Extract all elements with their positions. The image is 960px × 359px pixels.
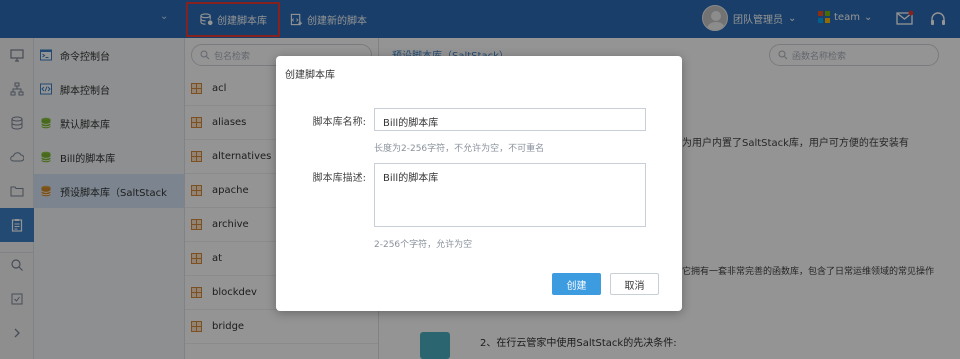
create-button[interactable]: 创建: [552, 273, 601, 295]
cancel-button[interactable]: 取消: [610, 273, 659, 295]
name-hint: 长度为2-256字符，不允许为空，不可重名: [374, 144, 545, 154]
create-library-dialog: 创建脚本库 脚本库名称: Bill的脚本库 长度为2-256字符，不允许为空，不…: [276, 56, 682, 311]
description-label: 脚本库描述:: [312, 173, 366, 184]
library-name-field[interactable]: Bill的脚本库: [374, 108, 646, 131]
library-description-field[interactable]: Bill的脚本库: [374, 163, 646, 227]
name-label: 脚本库名称:: [312, 117, 366, 128]
dialog-title: 创建脚本库: [285, 70, 335, 81]
description-hint: 2-256个字符，允许为空: [374, 240, 473, 250]
